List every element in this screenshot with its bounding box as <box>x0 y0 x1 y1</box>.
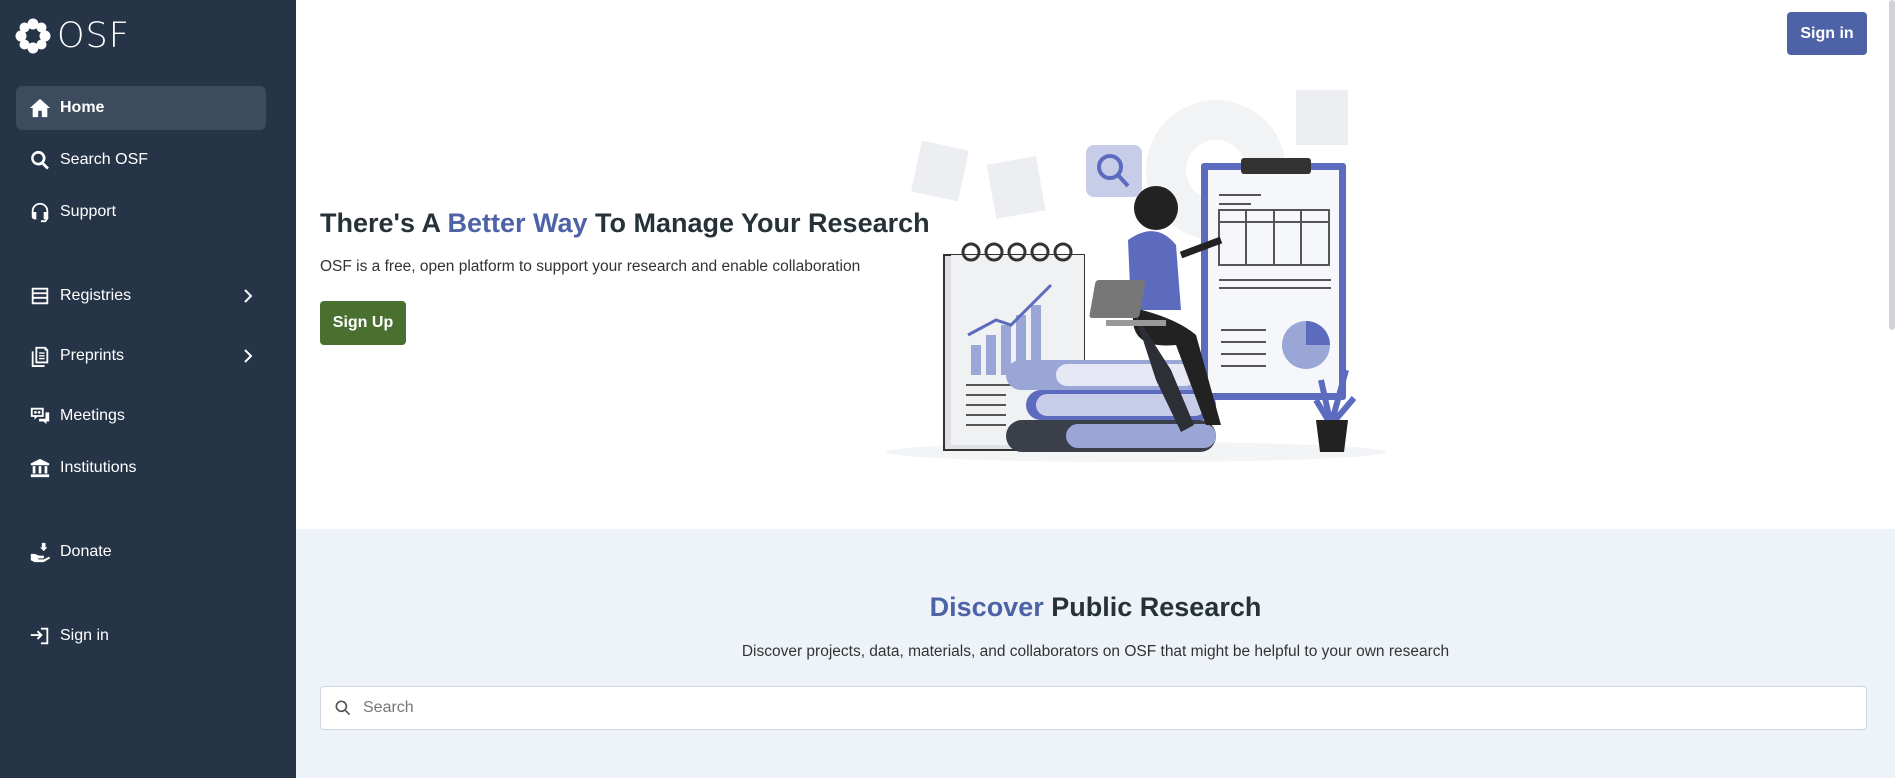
sign-in-button[interactable]: Sign in <box>1787 12 1867 55</box>
sidebar-item-support[interactable]: Support <box>16 190 266 234</box>
hero-title-accent: Better Way <box>447 208 588 238</box>
sidebar-item-label: Preprints <box>60 347 125 364</box>
logo-text: OSF <box>57 16 130 56</box>
sidebar-item-label: Institutions <box>60 459 137 476</box>
sign-up-button[interactable]: Sign Up <box>320 301 406 345</box>
registries-icon <box>28 284 52 308</box>
discover-title: Discover Public Research <box>296 592 1895 623</box>
sidebar-item-label: Registries <box>60 287 132 304</box>
discover-section: Discover Public Research Discover projec… <box>296 529 1895 778</box>
osf-logo-icon <box>15 18 51 54</box>
sidebar-item-donate[interactable]: Donate <box>16 530 266 574</box>
search-icon <box>335 700 351 716</box>
hero-illustration <box>886 90 1386 462</box>
chevron-right-icon <box>244 349 253 363</box>
sidebar-item-institutions[interactable]: Institutions <box>16 446 266 490</box>
sidebar-item-search-osf[interactable]: Search OSF <box>16 138 266 182</box>
home-icon <box>28 96 52 120</box>
sidebar-item-label: Meetings <box>60 407 125 424</box>
sidebar-item-home[interactable]: Home <box>16 86 266 130</box>
hero-title: There's A Better Way To Manage Your Rese… <box>320 208 930 239</box>
institution-icon <box>28 456 52 480</box>
sidebar-item-meetings[interactable]: Meetings <box>16 394 266 438</box>
osf-logo[interactable]: OSF <box>14 17 130 55</box>
meetings-icon <box>28 404 52 428</box>
sidebar-item-label: Search OSF <box>60 151 149 168</box>
search-bar[interactable] <box>320 686 1867 730</box>
search-icon <box>28 148 52 172</box>
discover-subtitle: Discover projects, data, materials, and … <box>741 643 1450 660</box>
donate-icon <box>28 540 52 564</box>
sidebar-item-label: Donate <box>60 543 112 560</box>
sidebar-item-sign-in[interactable]: Sign in <box>16 614 266 658</box>
sidebar-item-label: Sign in <box>60 627 109 644</box>
sidebar-item-label: Home <box>60 99 105 116</box>
sidebar-item-registries[interactable]: Registries <box>16 274 266 318</box>
sidebar-item-preprints[interactable]: Preprints <box>16 334 266 378</box>
discover-title-accent: Discover <box>929 592 1044 622</box>
sign-in-icon <box>28 624 52 648</box>
hero-title-prefix: There's A <box>320 208 448 238</box>
chevron-right-icon <box>244 289 253 303</box>
scrollbar[interactable] <box>1889 0 1895 330</box>
sidebar-item-label: Support <box>60 203 117 220</box>
preprints-icon <box>28 344 52 368</box>
main-content: Sign in There's A Better Way To Manage Y… <box>296 0 1895 778</box>
discover-title-rest: Public Research <box>1043 592 1262 622</box>
headset-icon <box>28 200 52 224</box>
sidebar: OSF Home Search OSF Support Registries P… <box>0 0 296 778</box>
hero-subtitle: OSF is a free, open platform to support … <box>320 258 861 275</box>
search-input[interactable] <box>363 699 1843 717</box>
